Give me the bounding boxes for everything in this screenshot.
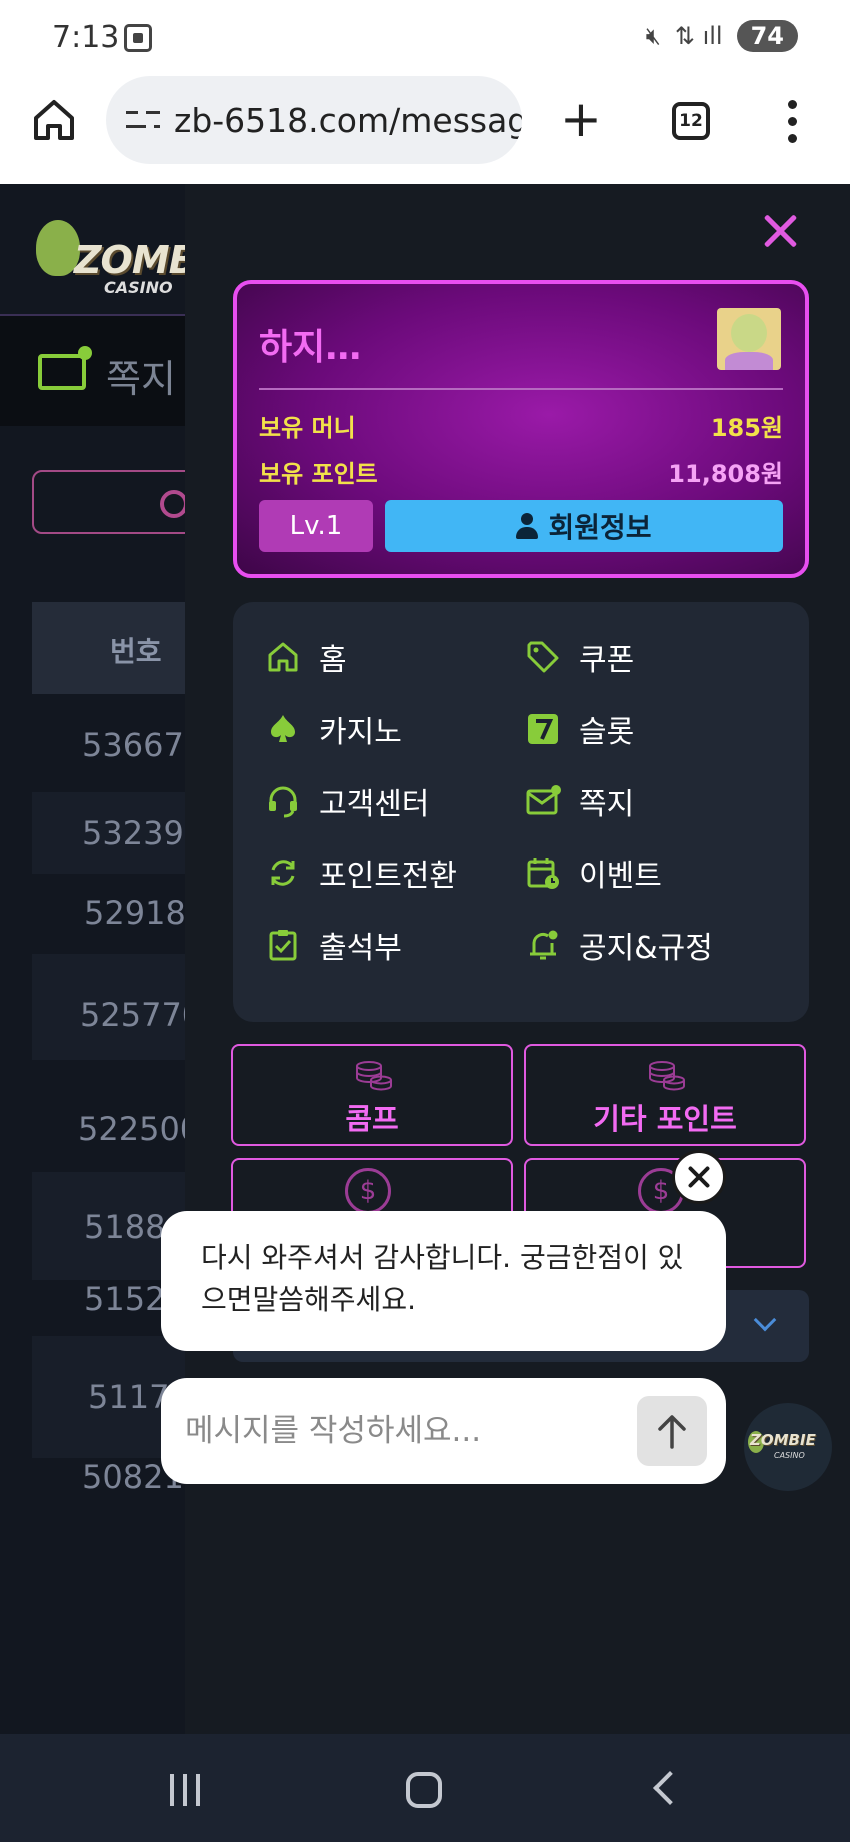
tag-icon [527,641,559,673]
bell-icon [530,930,558,960]
menu-item-coupon[interactable]: 쿠폰 [525,632,634,682]
headset-icon [160,490,188,518]
back-icon[interactable] [653,1771,687,1805]
menu-label: 슬롯 [579,715,635,750]
coin-stack-icon [649,1061,685,1091]
divider [259,388,783,390]
dollar-up-icon: $ [345,1168,391,1214]
menu-label: 공지&규정 [579,931,713,966]
table-row[interactable]: 525770 [32,954,202,1060]
chat-input-box [161,1378,726,1484]
member-info-button[interactable]: 회원정보 [385,500,783,552]
chevron-down-icon [753,1308,777,1332]
menu-item-home[interactable]: 홈 [265,632,347,682]
menu-label: 쿠폰 [579,643,635,678]
coin-stack-icon [356,1061,392,1091]
home-icon[interactable] [30,96,78,144]
menu-label: 홈 [319,643,347,678]
site-logo[interactable]: ZOMBI CASINO [32,202,211,302]
money-label: 보유 머니 [259,414,356,442]
table-header: 번호 [32,602,192,694]
status-icons: 🔇︎ ⇅ ıll 74 [646,20,798,52]
close-chat-icon[interactable] [672,1150,726,1204]
battery-icon: 74 [736,20,798,52]
status-time: 7:13 [52,20,120,55]
table-row[interactable]: 529187 [32,874,206,954]
refresh-icon [271,860,295,886]
mute-icon: 🔇︎ [645,22,661,50]
recent-apps-icon[interactable] [168,1774,204,1806]
menu-item-event[interactable]: 이벤트 [525,848,662,898]
send-button[interactable] [637,1396,707,1466]
arrow-up-icon [658,1415,686,1449]
points-value: 11,808원 [668,460,783,488]
tab-switcher-button[interactable]: 12 [672,102,710,140]
side-drawer: 하지… 보유 머니 185원 보유 포인트 11,808원 Lv.1 회원정보 … [185,184,850,1734]
avatar [717,308,781,370]
spade-icon [271,715,295,742]
menu-label: 고객센터 [319,787,430,822]
signal-icon: ⇅ ıll [674,22,723,50]
menu-item-message[interactable]: 쪽지 [525,776,634,826]
browser-toolbar: zb-6518.com/messag + 12 [0,76,850,184]
status-bar: 7:13 🔇︎ ⇅ ıll 74 [0,0,850,76]
logo-sub: CASINO [104,278,173,297]
comp-label: 콤프 [345,1102,399,1136]
points-row: 보유 포인트 11,808원 [259,454,783,489]
menu-item-casino[interactable]: 카지노 [265,704,402,754]
points-label: 보유 포인트 [259,460,378,488]
menu-label: 포인트전환 [319,859,457,894]
menu-item-attendance[interactable]: 출석부 [265,920,402,970]
menu-label: 쪽지 [579,787,635,822]
chat-message-bubble: 다시 와주셔서 감사합니다. 궁금한점이 있으면말씀해주세요. [161,1211,726,1351]
money-value: 185원 [710,414,783,442]
menu-panel: 홈 카지노 고객센터 포인트전환 출석부 쿠폰 슬롯 쪽지 이벤트 공지&규정 [233,602,809,1022]
menu-label: 카지노 [319,715,402,750]
chat-message-input[interactable] [185,1406,585,1456]
table-row[interactable]: 532397 [32,792,204,874]
money-row: 보유 머니 185원 [259,408,783,443]
menu-label: 이벤트 [579,859,662,894]
column-number: 번호 [110,635,162,668]
avatar-word: ZOMBIE [750,1431,816,1449]
mail-icon [526,785,561,815]
clipboard-check-icon [269,930,297,961]
section-header: 쪽지 [0,316,185,426]
section-title: 쪽지 [106,357,176,401]
address-bar[interactable]: zb-6518.com/messag [106,76,522,164]
other-points-button[interactable]: 기타 포인트 [524,1044,806,1146]
screenshot-icon [124,24,152,52]
new-tab-icon[interactable]: + [560,94,602,144]
menu-item-point-exchange[interactable]: 포인트전환 [265,848,457,898]
site-settings-icon[interactable] [126,105,160,135]
table-row[interactable]: 536670 [32,718,204,792]
mail-icon [38,346,92,390]
user-name: 하지… [259,327,362,368]
system-nav-bar [0,1734,850,1842]
close-drawer-icon[interactable] [763,214,797,248]
table-row[interactable]: 522500 [32,1060,200,1172]
person-icon [516,513,539,539]
avatar-sub: CASINO [774,1451,805,1460]
url-text[interactable]: zb-6518.com/messag [174,101,522,140]
profile-card: 하지… 보유 머니 185원 보유 포인트 11,808원 Lv.1 회원정보 [233,280,809,578]
headset-icon [269,786,297,818]
home-icon [268,642,298,672]
level-badge: Lv.1 [259,500,373,552]
menu-label: 출석부 [319,931,402,966]
other-points-label: 기타 포인트 [593,1102,737,1136]
slot-seven-icon [528,714,558,744]
calendar-icon [527,858,559,889]
chat-launcher-avatar[interactable]: ZOMBIE CASINO [744,1403,832,1491]
comp-button[interactable]: 콤프 [231,1044,513,1146]
member-info-label: 회원정보 [548,511,652,544]
menu-item-slot[interactable]: 슬롯 [525,704,634,754]
home-nav-icon[interactable] [406,1772,442,1808]
menu-item-notice[interactable]: 공지&규정 [525,920,713,970]
menu-item-support[interactable]: 고객센터 [265,776,429,826]
overflow-menu-icon[interactable] [788,100,798,144]
